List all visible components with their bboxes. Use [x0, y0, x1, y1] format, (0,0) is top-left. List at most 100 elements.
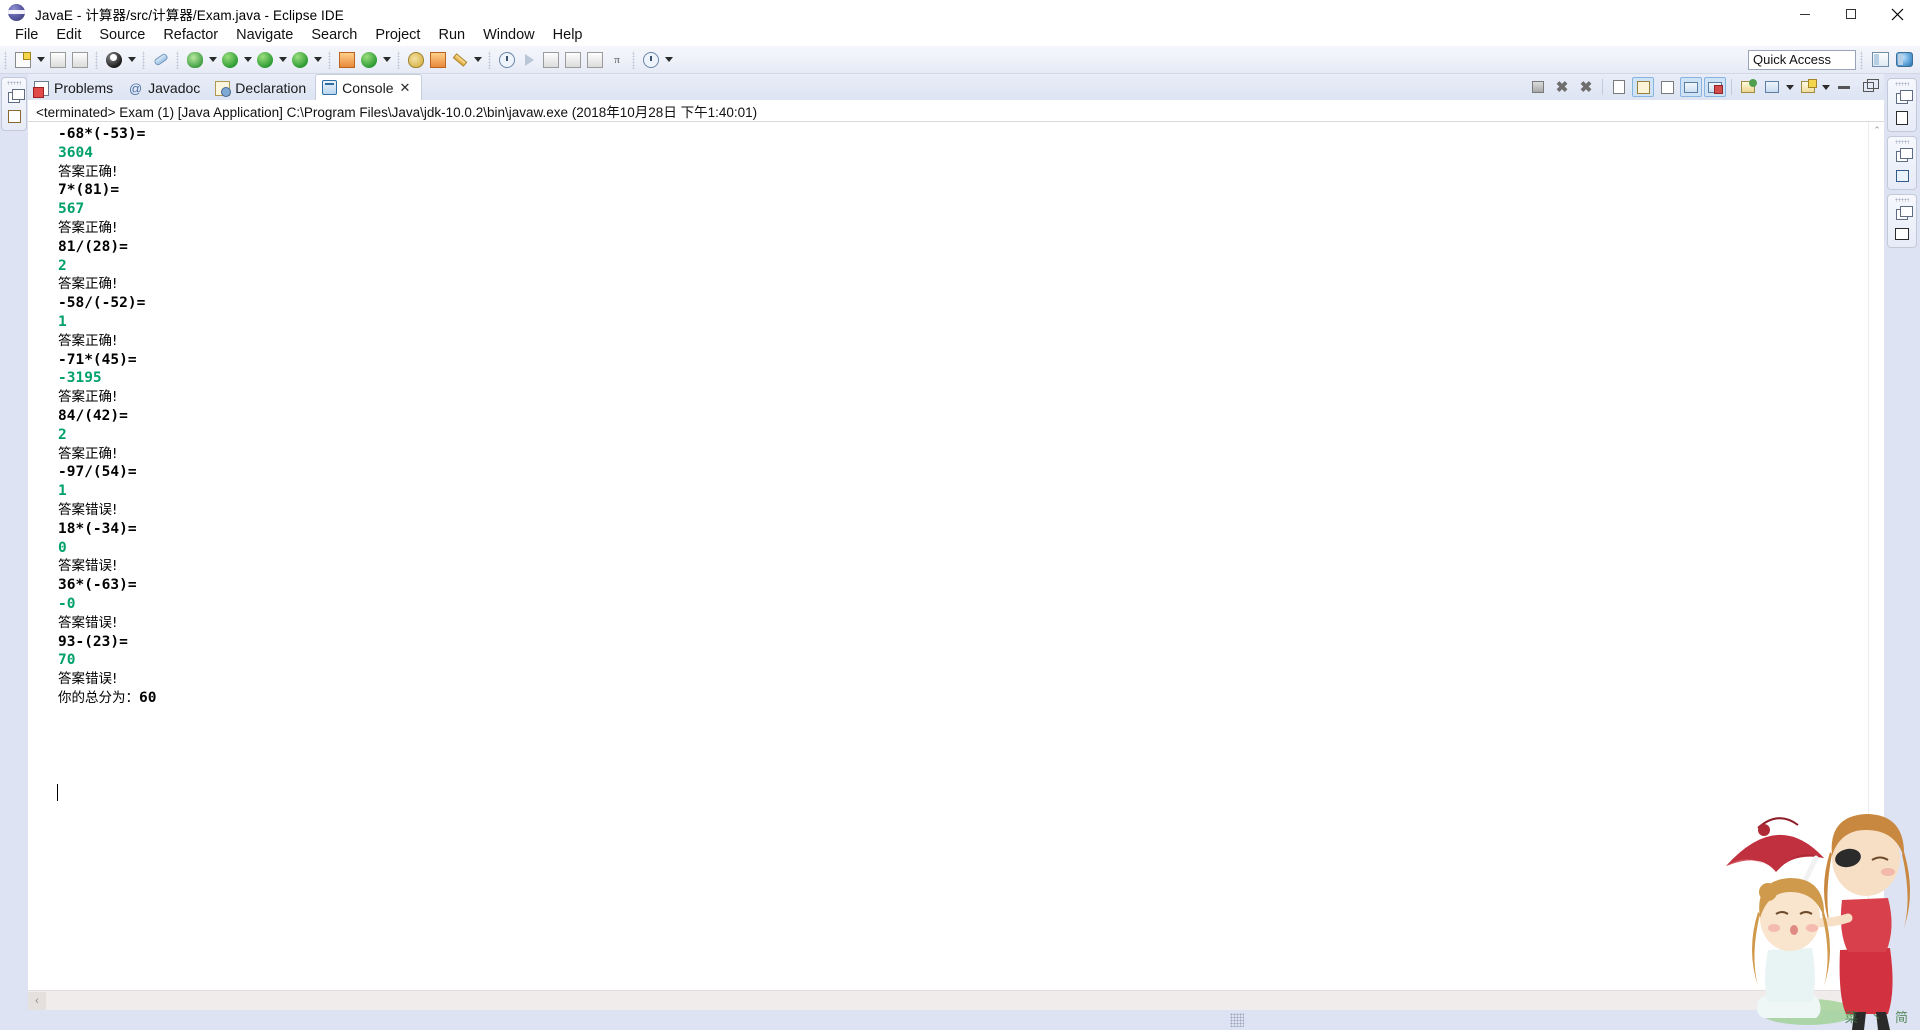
toolbar-grip-4[interactable]: [175, 50, 181, 69]
new-wizard-icon[interactable]: [12, 49, 34, 71]
console-line-ans: 567: [58, 201, 85, 218]
history-icon[interactable]: [640, 49, 662, 71]
maximize-view-icon[interactable]: [1857, 77, 1879, 97]
restore-icon[interactable]: [1894, 90, 1913, 106]
menu-search[interactable]: Search: [302, 24, 366, 46]
coverage-icon[interactable]: [289, 49, 311, 71]
open-perspective-icon[interactable]: [1868, 49, 1892, 71]
word-wrap-icon[interactable]: [1656, 77, 1678, 97]
toolbar-grip-5[interactable]: [327, 50, 333, 69]
open-console-dropdown-icon[interactable]: [1820, 77, 1832, 97]
menu-refactor[interactable]: Refactor: [154, 24, 227, 46]
toolbar-grip-3[interactable]: [141, 50, 147, 69]
print-icon[interactable]: [103, 49, 125, 71]
task-list-icon[interactable]: [1894, 168, 1910, 183]
workbench-area: Problems @ Javadoc Declaration Console ✕…: [0, 74, 1920, 1030]
java-perspective-icon[interactable]: [1892, 49, 1916, 71]
console-line-status: 答案正确!: [58, 389, 118, 406]
tab-problems[interactable]: Problems: [28, 76, 122, 100]
next-annotation-icon[interactable]: [518, 49, 540, 71]
menu-navigate[interactable]: Navigate: [227, 24, 302, 46]
menu-file[interactable]: File: [6, 24, 47, 46]
new-annotation-dropdown-icon[interactable]: [471, 49, 484, 71]
save-all-icon[interactable]: [69, 49, 91, 71]
clear-console-icon[interactable]: [1608, 77, 1630, 97]
new-interface-icon[interactable]: [427, 49, 449, 71]
fastview-tasklist[interactable]: [1887, 136, 1917, 190]
new-wizard-dropdown-icon[interactable]: [34, 49, 47, 71]
vertical-scroll-thumb[interactable]: [1871, 140, 1883, 260]
remove-launch-icon[interactable]: ✖: [1551, 77, 1573, 97]
console-horizontal-scrollbar[interactable]: ‹: [28, 990, 1868, 1010]
debug-dropdown-icon[interactable]: [206, 49, 219, 71]
pin-console-icon[interactable]: [1737, 77, 1759, 97]
run-external-icon[interactable]: [254, 49, 276, 71]
console-line-expr: -97/(54)=: [58, 464, 137, 481]
tab-console-close-icon[interactable]: ✕: [399, 81, 412, 94]
perspective-grip[interactable]: [1859, 50, 1865, 69]
menu-help[interactable]: Help: [544, 24, 592, 46]
outline-document-icon[interactable]: [1894, 110, 1910, 125]
tab-declaration-label: Declaration: [235, 80, 307, 96]
new-annotation-icon[interactable]: [449, 49, 471, 71]
scroll-up-arrow-icon[interactable]: ⌃: [1869, 122, 1885, 138]
toolbar-grip[interactable]: [3, 50, 9, 69]
fastview-outline[interactable]: [1887, 78, 1917, 132]
toolbar-grip-2[interactable]: [94, 50, 100, 69]
scroll-lock-icon[interactable]: [1632, 77, 1654, 97]
scroll-left-arrow-icon[interactable]: ‹: [28, 991, 46, 1010]
run-icon[interactable]: [219, 49, 241, 71]
link-break-icon[interactable]: [150, 49, 172, 71]
toolbar-grip-8[interactable]: [631, 50, 637, 69]
menu-source[interactable]: Source: [90, 24, 154, 46]
console-icon: [322, 80, 338, 95]
run-external-dropdown-icon[interactable]: [276, 49, 289, 71]
history-dropdown-icon[interactable]: [662, 49, 675, 71]
display-selected-console-icon[interactable]: [1761, 77, 1783, 97]
fastview-panel[interactable]: [1887, 194, 1917, 248]
print-dropdown-icon[interactable]: [125, 49, 138, 71]
fastview-grip: [7, 81, 21, 85]
save-icon[interactable]: [47, 49, 69, 71]
pi-icon[interactable]: π: [606, 49, 628, 71]
remove-all-terminated-icon[interactable]: ✖: [1575, 77, 1597, 97]
panel-layout-icon[interactable]: [1894, 226, 1910, 241]
package-explorer-icon[interactable]: [6, 109, 22, 124]
show-console-on-error-icon[interactable]: [1704, 77, 1726, 97]
menu-edit[interactable]: Edit: [47, 24, 90, 46]
menu-project[interactable]: Project: [366, 24, 429, 46]
show-console-on-output-icon[interactable]: [1680, 77, 1702, 97]
toolbar-grip-7[interactable]: [487, 50, 493, 69]
restore-icon[interactable]: [1894, 148, 1913, 164]
menu-run[interactable]: Run: [429, 24, 474, 46]
tab-console[interactable]: Console ✕: [315, 74, 422, 100]
quick-access-input[interactable]: Quick Access: [1748, 49, 1856, 70]
restore-icon[interactable]: [6, 89, 25, 105]
open-console-icon[interactable]: [1797, 77, 1819, 97]
forward-icon[interactable]: [584, 49, 606, 71]
fastview-package-explorer[interactable]: [1, 77, 27, 131]
toolbar-grip-6[interactable]: [396, 50, 402, 69]
new-package-dropdown-icon[interactable]: [380, 49, 393, 71]
back-icon[interactable]: [562, 49, 584, 71]
display-selected-console-dropdown-icon[interactable]: [1784, 77, 1796, 97]
tab-console-label: Console: [342, 79, 394, 96]
minimize-view-icon[interactable]: [1833, 77, 1855, 97]
restore-icon[interactable]: [1894, 206, 1913, 222]
terminate-icon[interactable]: [1527, 77, 1549, 97]
run-dropdown-icon[interactable]: [241, 49, 254, 71]
new-class-icon[interactable]: [405, 49, 427, 71]
last-edit-icon[interactable]: [540, 49, 562, 71]
new-package-icon[interactable]: [358, 49, 380, 71]
sash-resize-grip[interactable]: [1230, 1013, 1244, 1027]
tab-javadoc[interactable]: @ Javadoc: [122, 76, 209, 100]
console-vertical-scrollbar[interactable]: ⌃: [1868, 122, 1884, 990]
console-line-expr: 18*(-34)=: [58, 520, 137, 537]
debug-icon[interactable]: [184, 49, 206, 71]
coverage-dropdown-icon[interactable]: [311, 49, 324, 71]
tab-declaration[interactable]: Declaration: [209, 76, 315, 100]
console-output[interactable]: -68*(-53)= 3604 答案正确! 7*(81)= 567 答案正确! 81/(28…: [28, 122, 1868, 990]
menu-window[interactable]: Window: [474, 24, 544, 46]
new-java-project-icon[interactable]: [336, 49, 358, 71]
search-icon[interactable]: [496, 49, 518, 71]
